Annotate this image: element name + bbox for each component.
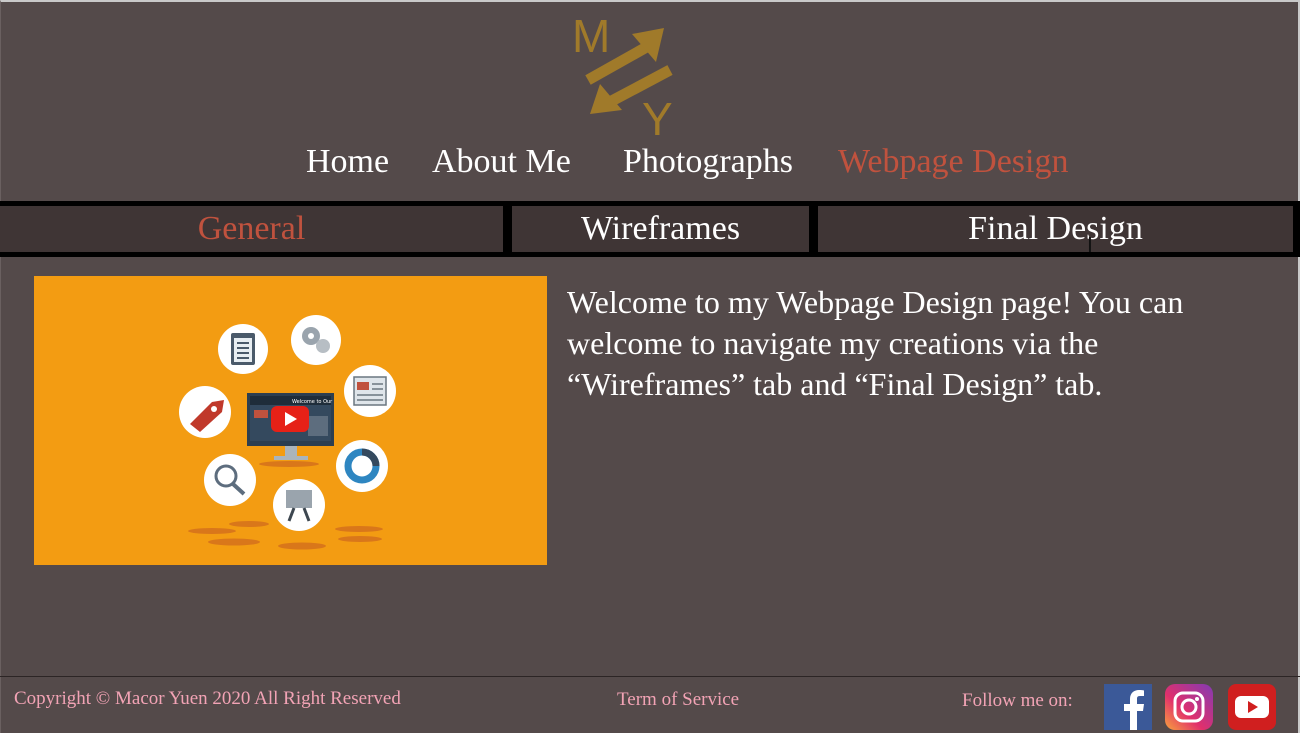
nav-home[interactable]: Home [306,140,389,184]
video-thumbnail-illustration: Welcome to Our [179,315,396,550]
nav-about-me[interactable]: About Me [432,140,571,184]
main-nav: Home About Me Photographs Webpage Design [0,140,1300,184]
instagram-icon[interactable] [1165,684,1213,730]
facebook-icon[interactable] [1104,684,1152,730]
tab-general[interactable]: General [0,206,503,252]
follow-label: Follow me on: [962,690,1073,711]
copyright-text: Copyright © Macor Yuen 2020 All Right Re… [14,688,401,709]
nav-photographs[interactable]: Photographs [623,140,793,184]
my-logo[interactable]: M Y [570,10,680,138]
video-player[interactable]: Welcome to Our [34,276,547,565]
tab-wireframes[interactable]: Wireframes [512,206,809,252]
logo-letter-m: M [572,10,610,62]
screen-title: Welcome to Our [292,399,333,405]
tab-final-design[interactable]: Final Design [818,206,1293,252]
footer-divider [0,676,1300,677]
terms-of-service-link[interactable]: Term of Service [617,689,739,711]
logo-letter-y: Y [642,93,673,138]
youtube-icon[interactable] [1228,684,1276,730]
tab-bar: General Wireframes Final Design [0,201,1300,257]
intro-text: Welcome to my Webpage Design page! You c… [567,284,1184,402]
nav-webpage-design[interactable]: Webpage Design [838,140,1068,184]
text-cursor-icon: I [1087,233,1093,257]
